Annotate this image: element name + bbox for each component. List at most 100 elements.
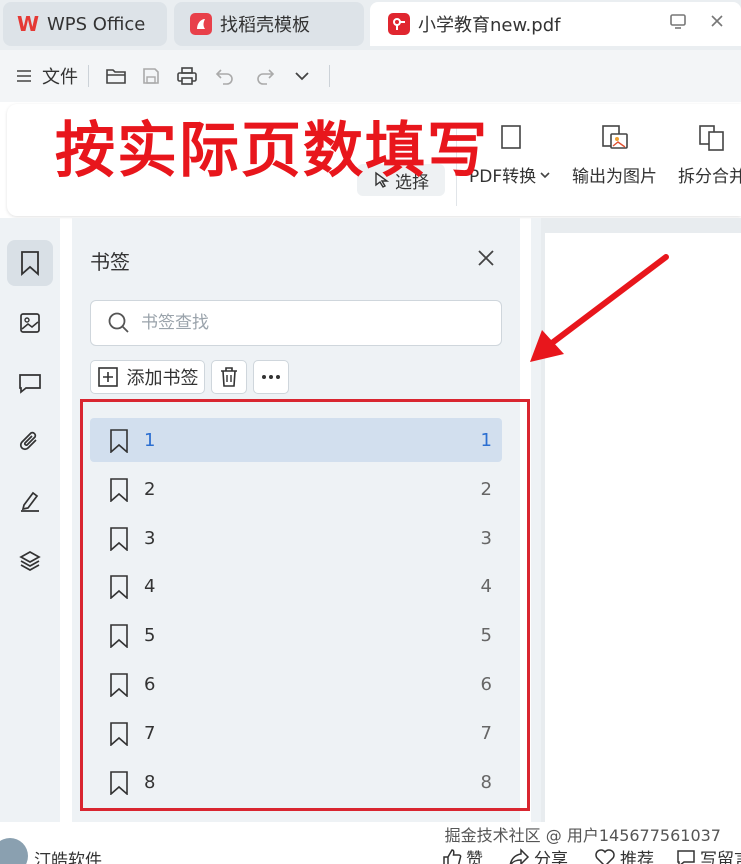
bookmark-page-number: 8 (480, 771, 492, 793)
undo-icon[interactable] (205, 58, 245, 94)
bookmark-icon (21, 251, 39, 276)
chevron-down-icon (540, 171, 550, 178)
export-image-icon (601, 125, 628, 149)
bookmark-item[interactable]: 5 5 (90, 613, 502, 657)
bookmark-search-input[interactable] (141, 313, 461, 333)
bookmark-label: 1 (144, 429, 156, 451)
comment-panel-button[interactable] (7, 360, 53, 406)
docer-icon (190, 13, 212, 35)
share-icon (509, 847, 530, 864)
file-menu-button[interactable]: 文件 (42, 58, 78, 94)
tab-label: 小学教育new.pdf (418, 15, 561, 36)
panel-title: 书签 (90, 250, 130, 274)
bookmark-label: 8 (144, 771, 156, 793)
bookmark-item[interactable]: 2 2 (90, 467, 502, 511)
bookmark-icon (110, 673, 128, 697)
tab-wps-office[interactable]: W WPS Office (3, 2, 167, 46)
comment-label: 写留言 (700, 850, 741, 864)
split-merge-label: 拆分合并 (678, 167, 741, 187)
bookmark-item[interactable]: 1 1 (90, 418, 502, 462)
search-icon (108, 312, 129, 333)
export-image-label: 输出为图片 (572, 167, 657, 187)
avatar[interactable] (0, 838, 28, 864)
bookmark-page-number: 4 (480, 575, 492, 597)
bookmark-label: 7 (144, 722, 156, 744)
tab-docer-templates[interactable]: 找稻壳模板 (174, 2, 364, 46)
more-dots-icon (262, 375, 280, 379)
bookmark-icon (110, 575, 128, 599)
ribbon-panel: 选择 PDF转换 输出为图片 拆分合并 按实际页数填写 (7, 104, 741, 216)
close-icon (478, 250, 494, 266)
bookmark-item[interactable]: 7 7 (90, 711, 502, 755)
bookmark-page-number: 7 (480, 722, 492, 744)
menu-icon[interactable] (16, 58, 32, 94)
add-bookmark-icon (97, 367, 118, 387)
share-label: 分享 (534, 850, 568, 864)
bookmark-item[interactable]: 3 3 (90, 516, 502, 560)
close-panel-button[interactable] (472, 244, 500, 272)
tab-label: 找稻壳模板 (220, 15, 310, 36)
wps-logo-icon: W (16, 12, 40, 36)
bookmark-page-number: 6 (480, 673, 492, 695)
tab-label: WPS Office (47, 13, 146, 35)
bookmark-item[interactable]: 8 8 (90, 760, 502, 804)
split-merge-button[interactable]: 拆分合并 (678, 122, 741, 187)
bookmark-panel-button[interactable] (7, 240, 53, 286)
write-comment-icon (677, 849, 695, 864)
share-button[interactable]: 分享 (508, 845, 568, 864)
close-tab-icon[interactable] (709, 13, 725, 34)
open-folder-icon[interactable] (99, 58, 133, 94)
file-menu-label: 文件 (42, 67, 78, 88)
bookmark-icon (110, 722, 128, 746)
signature-panel-button[interactable] (7, 478, 53, 524)
heart-icon (595, 848, 615, 864)
like-label: 赞 (466, 850, 483, 864)
attachment-panel-button[interactable] (7, 418, 53, 464)
pen-icon (21, 491, 39, 512)
save-icon[interactable] (133, 58, 169, 94)
bookmark-page-number: 3 (480, 527, 492, 549)
bookmark-item[interactable]: 6 6 (90, 662, 502, 706)
bookmark-icon (110, 624, 128, 648)
tab-bar: W WPS Office 找稻壳模板 小学教育new.pdf (0, 0, 741, 50)
recommend-button[interactable]: 推荐 (594, 845, 654, 864)
annotation-headline: 按实际页数填写 (55, 116, 489, 186)
layers-panel-button[interactable] (7, 538, 53, 584)
tab-pdf-document[interactable]: 小学教育new.pdf (370, 2, 741, 46)
comment-button[interactable]: 写留言 (676, 845, 741, 864)
add-bookmark-button[interactable]: 添加书签 (90, 360, 205, 394)
watermark-text: 掘金技术社区 @ 用户145677561037 (444, 826, 721, 845)
toolbar-divider (88, 65, 89, 87)
more-dropdown-icon[interactable] (285, 58, 319, 94)
bookmark-page-number: 2 (480, 478, 492, 500)
add-bookmark-label: 添加书签 (126, 368, 199, 389)
bookmark-icon (110, 527, 128, 551)
convert-icon (500, 125, 521, 149)
export-image-button[interactable]: 输出为图片 (572, 122, 657, 187)
bookmark-page-number: 5 (480, 624, 492, 646)
print-icon[interactable] (169, 58, 205, 94)
like-button[interactable]: 赞 (442, 845, 483, 864)
delete-bookmark-button[interactable] (211, 360, 247, 394)
side-icon-rail (0, 218, 60, 822)
bookmark-item[interactable]: 4 4 (90, 564, 502, 608)
annotation-arrow (530, 254, 669, 362)
bookmark-search-box (90, 300, 502, 346)
comment-icon (19, 374, 41, 394)
bookmark-page-number: 1 (480, 429, 492, 451)
layers-icon (19, 551, 41, 571)
more-options-button[interactable] (253, 360, 289, 394)
bookmark-icon (110, 771, 128, 795)
bookmark-icon (110, 478, 128, 502)
thumbs-up-icon (443, 848, 462, 864)
window-mode-icon[interactable] (669, 13, 687, 34)
pdf-icon (388, 13, 410, 35)
thumbnail-panel-button[interactable] (7, 300, 53, 346)
split-merge-icon (699, 125, 724, 151)
image-icon (20, 313, 40, 333)
toolbar-divider (329, 65, 330, 87)
redo-icon[interactable] (245, 58, 285, 94)
bookmark-label: 2 (144, 478, 156, 500)
author-name[interactable]: 汀皓软件 (34, 846, 102, 864)
bookmark-label: 4 (144, 575, 156, 597)
